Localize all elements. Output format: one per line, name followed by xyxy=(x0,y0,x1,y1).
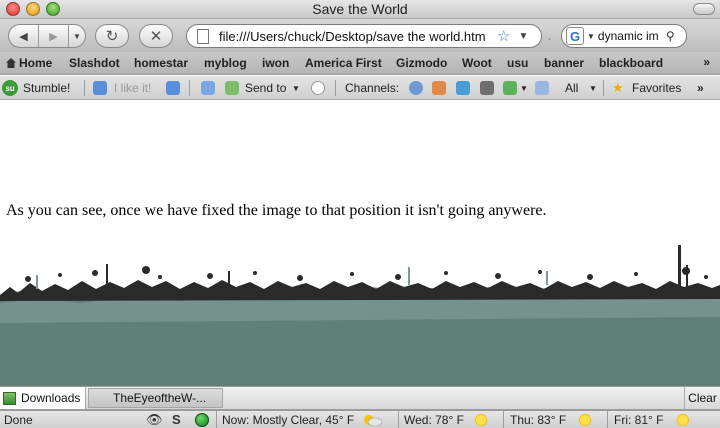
send-to-icon[interactable] xyxy=(225,81,239,95)
send-to-dropdown-icon[interactable]: ▼ xyxy=(292,84,300,93)
grass-banner-image xyxy=(0,245,720,386)
url-dropdown-icon[interactable]: ▼ xyxy=(518,31,528,42)
search-engine-icon[interactable]: G xyxy=(566,27,584,45)
speech-bubble-icon[interactable] xyxy=(311,81,325,95)
engine-dropdown-icon[interactable]: ▼ xyxy=(587,32,595,41)
weather-now[interactable]: Now: Mostly Clear, 45° F xyxy=(222,413,354,427)
bookmark-iwon[interactable]: iwon xyxy=(262,56,289,70)
eye-icon[interactable]: 👁 xyxy=(146,413,163,427)
stop-button[interactable]: ✕ xyxy=(139,24,173,48)
stumbleupon-toolbar: su Stumble! I like it! Send to ▼ Channel… xyxy=(0,76,720,100)
downloads-tab-label: Downloads xyxy=(21,391,81,405)
bookmark-gizmodo[interactable]: Gizmodo xyxy=(396,56,447,70)
bookmark-usu[interactable]: usu xyxy=(507,56,528,70)
sunny-icon xyxy=(578,413,592,427)
stumbleupon-logo-icon[interactable]: su xyxy=(2,80,18,96)
skype-icon[interactable]: S xyxy=(172,413,181,427)
i-like-it-button[interactable]: I like it! xyxy=(114,81,151,95)
status-separator xyxy=(503,411,504,428)
bookmark-america-first[interactable]: America First xyxy=(305,56,382,70)
reviews-channel-icon[interactable] xyxy=(503,81,517,95)
status-separator xyxy=(607,411,608,428)
all-dropdown-icon[interactable]: ▼ xyxy=(589,84,597,93)
status-bar: Done 👁 S Now: Mostly Clear, 45° F Wed: 7… xyxy=(0,410,720,428)
toolbar-separator xyxy=(603,80,604,96)
status-text: Done xyxy=(4,413,33,427)
weather-thu[interactable]: Thu: 83° F xyxy=(510,413,566,427)
reload-button[interactable]: ↻ xyxy=(95,24,129,48)
globe-channel-icon[interactable] xyxy=(409,81,423,95)
thumbs-up-icon[interactable] xyxy=(93,81,107,95)
weather-wed[interactable]: Wed: 78° F xyxy=(404,413,464,427)
reload-icon: ↻ xyxy=(105,28,119,45)
downloads-bar: Downloads TheEyeoftheW-... Clear xyxy=(0,386,720,410)
bookmark-blackboard[interactable]: blackboard xyxy=(599,56,663,70)
download-item[interactable]: TheEyeoftheW-... xyxy=(88,388,223,408)
stumble-button[interactable]: Stumble! xyxy=(23,81,70,95)
weather-fri[interactable]: Fri: 81° F xyxy=(614,413,663,427)
forward-button[interactable]: ▶ xyxy=(39,25,69,47)
navigation-toolbar: ◀ ▶ ▼ ↻ ✕ file:///Users/chuck/Desktop/sa… xyxy=(0,19,720,52)
stumble-overflow-button[interactable]: » xyxy=(697,81,704,95)
send-to-button[interactable]: Send to xyxy=(245,81,286,95)
search-icon[interactable]: ⚲ xyxy=(666,29,675,43)
back-forward-group: ◀ ▶ ▼ xyxy=(8,24,86,48)
bookmark-star-icon[interactable]: ☆ xyxy=(497,27,510,45)
status-separator xyxy=(398,411,399,428)
channels-label: Channels: xyxy=(345,81,400,95)
toolbar-separator xyxy=(84,80,85,96)
photos-channel-icon[interactable] xyxy=(456,81,470,95)
toolbar-toggle-button[interactable] xyxy=(693,3,715,15)
bookmark-home[interactable]: Home xyxy=(6,56,52,70)
history-dropdown-button[interactable]: ▼ xyxy=(69,25,85,47)
toolbar-separator xyxy=(335,80,336,96)
bookmark-slashdot[interactable]: Slashdot xyxy=(69,56,120,70)
channels-dropdown-icon[interactable]: ▼ xyxy=(520,84,528,93)
toolbar-separator xyxy=(189,80,190,96)
sunny-icon xyxy=(474,413,488,427)
sunny-icon xyxy=(676,413,690,427)
window-title: Save the World xyxy=(312,1,408,17)
search-box[interactable]: G ▼ dynamic im ⚲ xyxy=(561,24,687,48)
stop-icon: ✕ xyxy=(149,28,163,45)
people-channel-icon[interactable] xyxy=(432,81,446,95)
tag-icon[interactable] xyxy=(201,81,215,95)
favorites-button[interactable]: Favorites xyxy=(632,81,681,95)
clear-downloads-button[interactable]: Clear xyxy=(684,387,720,409)
downloads-tab[interactable]: Downloads xyxy=(0,387,86,409)
title-bar: Save the World xyxy=(0,0,720,19)
tag-channel-icon[interactable] xyxy=(535,81,549,95)
address-bar[interactable]: file:///Users/chuck/Desktop/save the wor… xyxy=(186,24,542,48)
video-channel-icon[interactable] xyxy=(480,81,494,95)
bookmark-homestar[interactable]: homestar xyxy=(134,56,188,70)
page-content: As you can see, once we have fixed the i… xyxy=(0,101,720,386)
bookmarks-bar: Home Slashdot homestar myblog iwon Ameri… xyxy=(0,52,720,75)
online-status-icon[interactable] xyxy=(195,413,209,427)
home-icon xyxy=(6,58,16,68)
bookmark-myblog[interactable]: myblog xyxy=(204,56,247,70)
bookmark-banner[interactable]: banner xyxy=(544,56,584,70)
thumbs-down-icon[interactable] xyxy=(166,81,180,95)
page-icon xyxy=(197,28,209,44)
search-input[interactable]: dynamic im xyxy=(598,29,666,43)
status-separator xyxy=(216,411,217,428)
bookmarks-overflow-button[interactable]: » xyxy=(703,55,710,69)
back-button[interactable]: ◀ xyxy=(9,25,39,47)
url-text[interactable]: file:///Users/chuck/Desktop/save the wor… xyxy=(219,29,495,44)
all-channels-button[interactable]: All xyxy=(565,81,578,95)
downloads-icon xyxy=(3,391,16,405)
toolbar-divider: - xyxy=(548,34,552,45)
bookmark-woot[interactable]: Woot xyxy=(462,56,492,70)
partly-cloudy-icon xyxy=(364,415,382,426)
favorites-star-icon[interactable]: ★ xyxy=(612,80,624,96)
body-paragraph: As you can see, once we have fixed the i… xyxy=(6,202,547,219)
